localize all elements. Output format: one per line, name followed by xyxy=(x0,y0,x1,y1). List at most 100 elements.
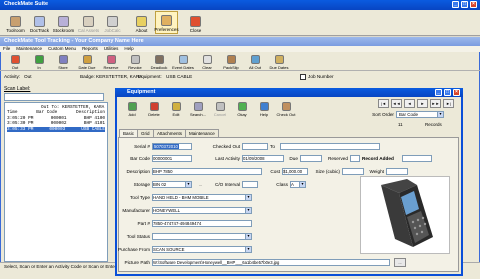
equipment-toolbar-button-0[interactable]: Add xyxy=(122,98,142,118)
close-window-icon[interactable]: × xyxy=(470,1,477,8)
toolbar-button-7[interactable]: Event Dates xyxy=(172,52,194,71)
toolbar-button-9[interactable]: PackSlip xyxy=(220,52,242,71)
equipment-toolbar-2-icon xyxy=(171,102,181,111)
toolbar-button-1[interactable]: In xyxy=(28,52,50,71)
equipment-toolbar-button-5[interactable]: Okay xyxy=(232,98,252,118)
suite-button-2[interactable]: Stockroom xyxy=(52,11,75,34)
toolstatus-select[interactable]: ▼ xyxy=(152,233,252,240)
equipment-toolbar-button-6[interactable]: Help xyxy=(254,98,274,118)
toolbar-button-5[interactable]: Revoke xyxy=(124,52,146,71)
purchase-value: SCAN SOURCE xyxy=(153,247,185,252)
job-number-checkbox[interactable] xyxy=(300,73,306,80)
equipment-toolbar-button-2[interactable]: Edit xyxy=(166,98,186,118)
menu-item-3[interactable]: Reports xyxy=(82,46,98,51)
record-nav-button-4[interactable]: ►► xyxy=(430,99,441,108)
menu-item-0[interactable]: File xyxy=(3,46,10,51)
class-select[interactable]: A ▼ xyxy=(290,181,306,188)
barcode-field[interactable]: 00000001 xyxy=(152,155,192,162)
tooltype-value: HAND HELD - BHM MOBILE xyxy=(153,195,209,200)
gauge-icon xyxy=(83,16,94,27)
record-nav-button-2[interactable]: ◄ xyxy=(404,99,415,108)
last-activity-field[interactable]: 01/09/2008 xyxy=(242,155,284,162)
toolbar-button-label: Store xyxy=(58,65,68,70)
equipment-toolbar-button-3[interactable]: Search... xyxy=(188,98,208,118)
partno-field[interactable]: 7850-474747-494849474 xyxy=(152,220,252,227)
preferences-icon xyxy=(161,15,172,26)
record-nav-button-1[interactable]: ◄◄ xyxy=(391,99,402,108)
checked-out-field[interactable] xyxy=(242,143,268,150)
suite-button-3[interactable]: Cal Assets xyxy=(77,11,100,34)
toolbar-button-10[interactable]: All Out xyxy=(244,52,266,71)
toolbar-button-label: All Out xyxy=(248,65,261,70)
equipment-toolbar-button-7[interactable]: Check Out xyxy=(276,98,296,118)
suite-button-label: Preferences xyxy=(154,27,179,32)
menu-item-5[interactable]: Help xyxy=(124,46,133,51)
record-nav-button-5[interactable]: ►| xyxy=(443,99,454,108)
toolbar-button-8[interactable]: Clear xyxy=(196,52,218,71)
serial-field[interactable]: 5070372010 xyxy=(152,143,192,150)
purchase-select[interactable]: SCAN SOURCE ▼ xyxy=(152,246,252,253)
tab-attachments[interactable]: Attachments xyxy=(153,129,187,137)
toolbar-button-3[interactable]: Date Due xyxy=(76,52,98,71)
record-added-field[interactable] xyxy=(402,155,432,162)
suite-button-0[interactable]: Toolroom xyxy=(4,11,27,34)
storage-lookup-icon[interactable]: ... xyxy=(194,181,202,188)
cio-field[interactable] xyxy=(242,181,258,188)
scan-label: Scan Label: xyxy=(4,86,31,92)
suite-button-6[interactable]: Preferences xyxy=(154,11,179,34)
suite-button-7[interactable]: Close xyxy=(184,11,207,34)
picture-path-label: Picture Path xyxy=(124,260,150,265)
maximize-icon[interactable]: □ xyxy=(461,1,468,8)
equipment-toolbar-button-4[interactable]: Cancel xyxy=(210,98,230,118)
log-cell-time: 3:05:33 PM xyxy=(7,126,34,132)
equipment-maximize-icon[interactable]: □ xyxy=(444,89,451,96)
to-field[interactable] xyxy=(280,143,380,150)
menu-item-1[interactable]: Maintenance xyxy=(16,46,42,51)
minimize-icon[interactable]: _ xyxy=(452,1,459,8)
purchase-label: Purchase From xyxy=(117,247,150,252)
chevron-down-icon: ▼ xyxy=(245,234,251,239)
size-field[interactable] xyxy=(342,168,364,175)
record-nav-button-3[interactable]: ► xyxy=(417,99,428,108)
toolbar-button-4[interactable]: Reserve xyxy=(100,52,122,71)
toolbar-button-11[interactable]: Due Dates xyxy=(268,52,290,71)
weight-field[interactable] xyxy=(386,168,408,175)
suite-button-4[interactable]: JobCalc xyxy=(101,11,124,34)
chevron-down-icon: ▼ xyxy=(245,247,251,252)
suite-button-label: Close xyxy=(189,28,202,33)
sort-order-select[interactable]: Bar Code ▼ xyxy=(396,111,444,118)
browse-picture-button[interactable]: ... xyxy=(394,258,406,267)
suite-button-5[interactable]: About xyxy=(130,11,153,34)
cost-field[interactable]: $1,000.00 xyxy=(282,168,308,175)
manufacturer-select[interactable]: HONEYWELL ▼ xyxy=(152,207,252,214)
log-row[interactable]: 3:05:33 PM 000003 USB CABLE xyxy=(7,126,105,133)
toolbar-7-icon xyxy=(178,55,188,64)
suite-button-1[interactable]: DocTrack xyxy=(28,11,51,34)
toolbar-5-icon xyxy=(130,55,140,64)
equipment-minimize-icon[interactable]: _ xyxy=(435,89,442,96)
reserved-field[interactable] xyxy=(350,155,360,162)
record-nav-button-0[interactable]: |◄ xyxy=(378,99,389,108)
toolbar-button-label: In xyxy=(37,65,41,70)
equipment-toolbar-button-1[interactable]: Delete xyxy=(144,98,164,118)
picture-path-field[interactable]: W:\Software Development\Honeywell__BHP__… xyxy=(152,259,390,266)
toolbar-button-6[interactable]: Deadlock xyxy=(148,52,170,71)
tab-grid[interactable]: Grid xyxy=(137,129,154,137)
tab-maintenance[interactable]: Maintenance xyxy=(185,129,219,137)
scan-input[interactable] xyxy=(4,93,104,101)
toolbar-button-2[interactable]: Store xyxy=(52,52,74,71)
equipment-close-icon[interactable]: × xyxy=(453,89,460,96)
menu-item-4[interactable]: Utilities xyxy=(104,46,119,51)
equipment-toolbar-label: Help xyxy=(259,112,269,117)
storage-select[interactable]: BIN 02 ▼ xyxy=(152,181,192,188)
tooltype-label: Tool Type xyxy=(130,195,150,200)
toolbar-button-0[interactable]: Out xyxy=(4,52,26,71)
due-field[interactable] xyxy=(300,155,322,162)
equipment-toolbar-label: Delete xyxy=(148,112,160,117)
description-field[interactable]: BHP 7850 xyxy=(152,168,262,175)
equipment-toolbar-5-icon xyxy=(237,102,247,111)
shelves-icon xyxy=(58,16,69,27)
tooltype-select[interactable]: HAND HELD - BHM MOBILE ▼ xyxy=(152,194,252,201)
menu-item-2[interactable]: Custom Menu xyxy=(48,46,76,51)
activity-log[interactable]: Out To: KERSTETTER, KARA Time Bar Code D… xyxy=(4,102,108,262)
